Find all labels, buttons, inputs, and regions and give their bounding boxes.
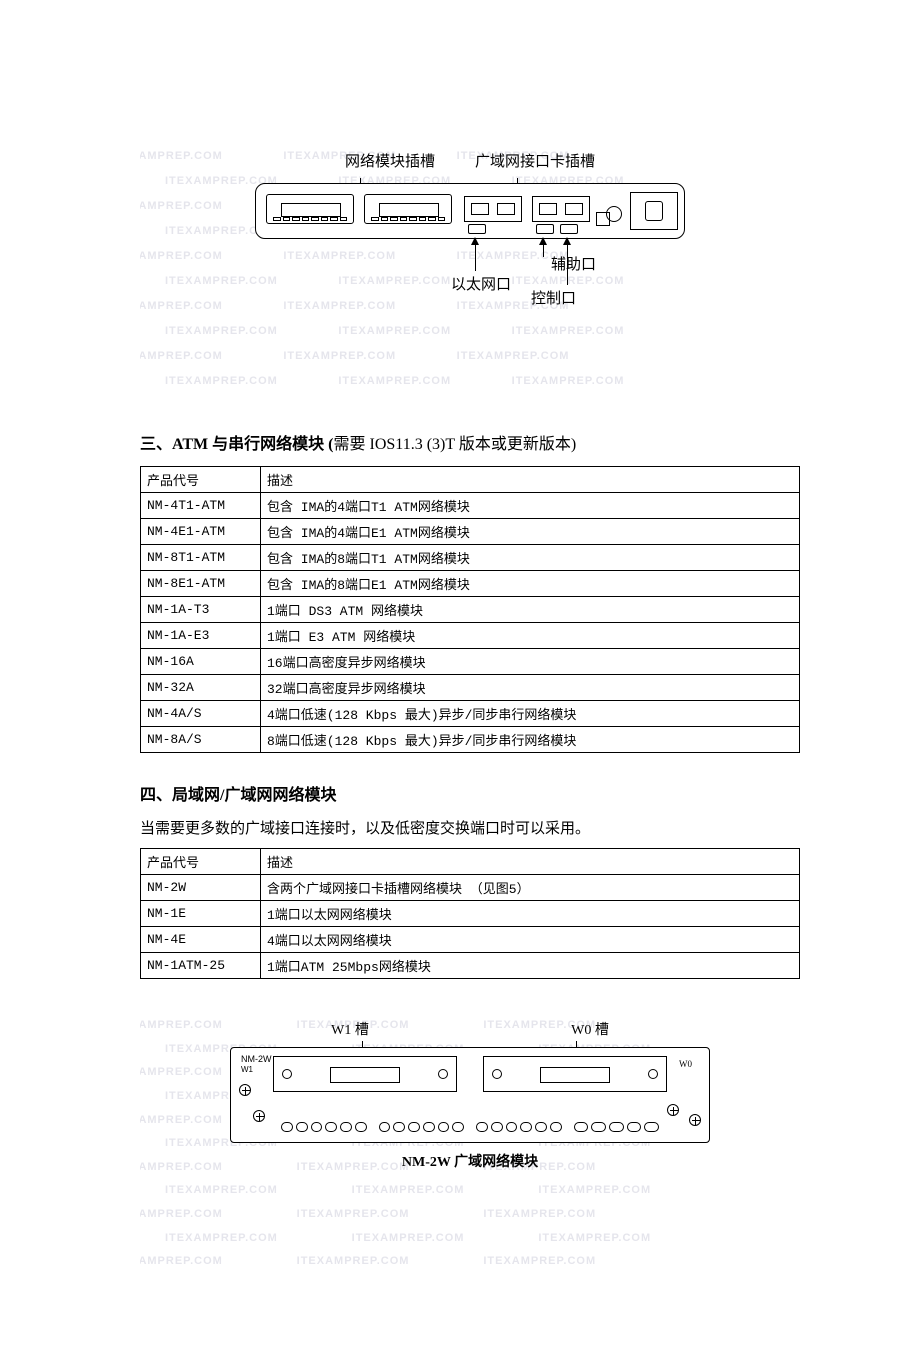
slot-labels: W1 槽 W0 槽 (230, 1019, 710, 1039)
product-code: NM-4T1-ATM (141, 493, 261, 519)
heading-main: ATM 与串行网络模块 ( (172, 436, 333, 453)
nm2w-diagram: W1 槽 W0 槽 NM-2WW1 W0 (230, 1019, 710, 1171)
figure-caption: NM-2W 广域网络模块 (230, 1151, 710, 1171)
bottom-labels: 以太网口 辅助口 控制口 (255, 249, 685, 309)
arrow-up-icon (471, 237, 479, 245)
screw-icon (689, 1114, 701, 1126)
router-chassis (255, 183, 685, 239)
wic-slot-w0: W0 (483, 1056, 667, 1092)
label-wic-slot: 广域网接口卡插槽 (475, 150, 595, 171)
label-w0-slot: W0 槽 (571, 1019, 609, 1039)
router-diagram: 网络模块插槽 广域网接口卡插槽 以太网口 辅助口 (255, 150, 685, 309)
arrow-up-icon (563, 237, 571, 245)
nm2w-faceplate: NM-2WW1 W0 (230, 1047, 710, 1143)
con-port (560, 224, 578, 234)
product-desc: 16端口高密度异步网络模块 (261, 649, 800, 675)
section-4-heading: 四、局域网/广域网网络模块 (140, 781, 800, 805)
section-4-desc: 当需要更多数的广域接口连接时，以及低密度交换端口时可以采用。 (140, 817, 800, 838)
table-header-row: 产品代号 描述 (141, 849, 800, 875)
power-inlet (630, 192, 678, 230)
col-code: 产品代号 (141, 467, 261, 493)
product-desc: 4端口低速(128 Kbps 最大)异步/同步串行网络模块 (261, 701, 800, 727)
lan-wan-modules-table: 产品代号 描述 NM-2W含两个广域网接口卡插槽网络模块 （见图5）NM-1E1… (140, 848, 800, 979)
heading-suffix: 需要 IOS11.3 (3)T 版本或更新版本) (334, 436, 577, 453)
product-code: NM-1E (141, 901, 261, 927)
product-desc: 1端口以太网网络模块 (261, 901, 800, 927)
table-row: NM-1E1端口以太网网络模块 (141, 901, 800, 927)
product-code: NM-4A/S (141, 701, 261, 727)
product-desc: 1端口ATM 25Mbps网络模块 (261, 953, 800, 979)
label-con: 控制口 (531, 287, 576, 308)
product-desc: 1端口 DS3 ATM 网络模块 (261, 597, 800, 623)
product-code: NM-16A (141, 649, 261, 675)
arrow-stem (475, 243, 476, 271)
heading-prefix: 三、 (140, 436, 172, 453)
label-w1-slot: W1 槽 (331, 1019, 369, 1039)
product-code: NM-4E (141, 927, 261, 953)
table-row: NM-1ATM-251端口ATM 25Mbps网络模块 (141, 953, 800, 979)
wic-slot-0 (532, 196, 590, 222)
label-eth: 以太网口 (451, 273, 511, 294)
table-row: NM-8E1-ATM包含 IMA的8端口E1 ATM网络模块 (141, 571, 800, 597)
nm-slot-1 (266, 194, 354, 224)
slot-tag: W0 (679, 1059, 692, 1069)
table-header-row: 产品代号 描述 (141, 467, 800, 493)
product-code: NM-1ATM-25 (141, 953, 261, 979)
label-aux: 辅助口 (551, 253, 596, 274)
module-sticker: NM-2WW1 (241, 1054, 272, 1074)
arrow-stem (567, 243, 568, 285)
table-row: NM-4E4端口以太网网络模块 (141, 927, 800, 953)
product-desc: 4端口以太网网络模块 (261, 927, 800, 953)
table-row: NM-4E1-ATM包含 IMA的4端口E1 ATM网络模块 (141, 519, 800, 545)
table-row: NM-4A/S4端口低速(128 Kbps 最大)异步/同步串行网络模块 (141, 701, 800, 727)
product-code: NM-8T1-ATM (141, 545, 261, 571)
product-desc: 包含 IMA的4端口E1 ATM网络模块 (261, 519, 800, 545)
table-row: NM-1A-T31端口 DS3 ATM 网络模块 (141, 597, 800, 623)
col-desc: 描述 (261, 467, 800, 493)
eth-port (468, 224, 486, 234)
product-code: NM-8A/S (141, 727, 261, 753)
table-row: NM-32A32端口高密度异步网络模块 (141, 675, 800, 701)
product-desc: 32端口高密度异步网络模块 (261, 675, 800, 701)
table-row: NM-4T1-ATM包含 IMA的4端口T1 ATM网络模块 (141, 493, 800, 519)
table-row: NM-2W含两个广域网接口卡插槽网络模块 （见图5） (141, 875, 800, 901)
product-code: NM-1A-E3 (141, 623, 261, 649)
product-desc: 包含 IMA的4端口T1 ATM网络模块 (261, 493, 800, 519)
col-code: 产品代号 (141, 849, 261, 875)
table-row: NM-8T1-ATM包含 IMA的8端口T1 ATM网络模块 (141, 545, 800, 571)
nm-slot-0 (364, 194, 452, 224)
product-code: NM-4E1-ATM (141, 519, 261, 545)
arrow-stem (543, 243, 544, 257)
fan-icon (606, 206, 622, 222)
product-desc: 8端口低速(128 Kbps 最大)异步/同步串行网络模块 (261, 727, 800, 753)
product-code: NM-32A (141, 675, 261, 701)
label-nm-slot: 网络模块插槽 (345, 150, 435, 171)
table-row: NM-16A16端口高密度异步网络模块 (141, 649, 800, 675)
wic-slot-w1 (273, 1056, 457, 1092)
vent-holes (281, 1122, 659, 1134)
atm-serial-modules-table: 产品代号 描述 NM-4T1-ATM包含 IMA的4端口T1 ATM网络模块NM… (140, 466, 800, 753)
top-labels: 网络模块插槽 广域网接口卡插槽 (255, 150, 685, 171)
col-desc: 描述 (261, 849, 800, 875)
arrow-up-icon (539, 237, 547, 245)
screw-icon (667, 1104, 679, 1116)
table-row: NM-8A/S8端口低速(128 Kbps 最大)异步/同步串行网络模块 (141, 727, 800, 753)
section-3-heading: 三、ATM 与串行网络模块 (需要 IOS11.3 (3)T 版本或更新版本) (140, 430, 800, 454)
table-row: NM-1A-E31端口 E3 ATM 网络模块 (141, 623, 800, 649)
router-diagram-figure: ITEXAMPREP.COMITEXAMPREP.COMITEXAMPREP.C… (140, 150, 800, 400)
product-code: NM-2W (141, 875, 261, 901)
product-code: NM-1A-T3 (141, 597, 261, 623)
product-desc: 含两个广域网接口卡插槽网络模块 （见图5） (261, 875, 800, 901)
product-code: NM-8E1-ATM (141, 571, 261, 597)
screw-icon (239, 1084, 251, 1096)
screw-icon (253, 1110, 265, 1122)
wic-slot-1 (464, 196, 522, 222)
nm2w-module-figure: ITEXAMPREP.COMITEXAMPREP.COMITEXAMPREP.C… (140, 1019, 800, 1279)
product-desc: 1端口 E3 ATM 网络模块 (261, 623, 800, 649)
product-desc: 包含 IMA的8端口T1 ATM网络模块 (261, 545, 800, 571)
aux-port (536, 224, 554, 234)
product-desc: 包含 IMA的8端口E1 ATM网络模块 (261, 571, 800, 597)
